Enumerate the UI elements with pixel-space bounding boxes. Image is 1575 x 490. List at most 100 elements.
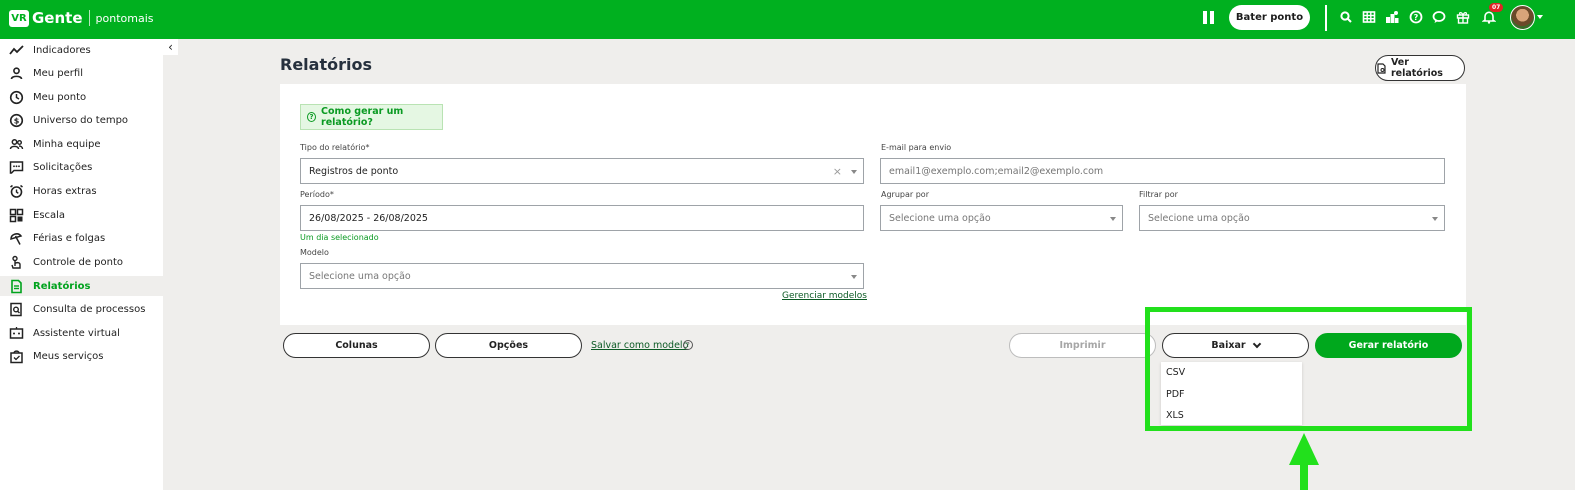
chevron-down-icon [1110,217,1116,221]
grid-icon [9,208,24,223]
search-doc-icon [10,302,22,317]
sidebar: Indicadores Meu perfil Meu ponto $ Unive… [0,39,163,490]
sidebar-item-label: Minha equipe [33,138,101,150]
topbar-divider [1325,5,1327,31]
chevron-down-icon [851,170,857,174]
agrupar-select[interactable]: Selecione uma opção [880,205,1123,231]
notification-badge: 07 [1489,3,1504,12]
sidebar-item-label: Consulta de processos [33,303,146,315]
periodo-input[interactable]: 26/08/2025 - 26/08/2025 [300,205,864,231]
page-title: Relatórios [280,55,372,74]
calendar-grid-icon[interactable] [1362,10,1376,24]
imprimir-button[interactable]: Imprimir [1009,333,1156,358]
team-icon [9,139,24,150]
avatar[interactable] [1510,5,1535,30]
colunas-button[interactable]: Colunas [283,333,430,358]
rank-icon[interactable] [1385,10,1399,24]
sidebar-item-label: Universo do tempo [33,114,129,126]
periodo-label: Período* [300,190,334,199]
sidebar-item-ferias-e-folgas[interactable]: Férias e folgas [0,228,163,248]
help-icon: ? [307,112,317,122]
sidebar-item-meu-perfil[interactable]: Meu perfil [0,63,163,83]
help-icon[interactable]: ? [1409,10,1423,24]
sidebar-item-indicadores[interactable]: Indicadores [0,40,163,60]
brand-logo[interactable]: VR Gente pontomais [9,9,154,27]
tipo-select[interactable]: Registros de ponto × [300,158,864,184]
clock-icon [9,90,24,105]
modelo-placeholder: Selecione uma opção [309,270,411,282]
gift-icon[interactable] [1456,10,1470,24]
opcoes-button[interactable]: Opções [435,333,582,358]
filtrar-select[interactable]: Selecione uma opção [1139,205,1445,231]
trend-icon [9,45,24,55]
sidebar-item-solicitacoes[interactable]: Solicitações [0,157,163,177]
svg-text:$: $ [14,117,20,126]
dollar-icon: $ [9,113,24,128]
chevron-down-icon[interactable] [1537,15,1543,19]
email-label: E-mail para envio [881,143,952,152]
sidebar-item-label: Meu perfil [33,67,83,79]
clear-icon[interactable]: × [833,165,842,178]
sidebar-item-minha-equipe[interactable]: Minha equipe [0,134,163,154]
pause-icon[interactable] [1203,11,1214,24]
brand-mark: VR [9,9,29,27]
agrupar-label: Agrupar por [881,190,929,199]
report-icon [11,279,22,294]
bag-icon [10,350,23,364]
tipo-value: Registros de ponto [309,165,399,177]
collapse-sidebar-icon[interactable]: ‹ [163,39,178,55]
highlight-box [1145,307,1472,431]
sidebar-item-universo-do-tempo[interactable]: $ Universo do tempo [0,110,163,130]
alarm-icon [10,184,23,198]
gerenciar-modelos-link[interactable]: Gerenciar modelos [782,291,867,301]
sidebar-item-escala[interactable]: Escala [0,205,163,225]
agrupar-placeholder: Selecione uma opção [889,212,991,224]
tipo-label: Tipo do relatório* [300,143,370,152]
chevron-down-icon [851,275,857,279]
arrow-up-icon [1289,433,1319,465]
sidebar-item-consulta-de-processos[interactable]: Consulta de processos [0,299,163,319]
salvar-modelo-link[interactable]: Salvar como modelo [591,340,688,351]
top-bar: VR Gente pontomais Bater ponto ? 07 [0,0,1575,39]
sidebar-item-label: Solicitações [33,161,93,173]
brand-divider [88,10,90,26]
brand-name: Gente [32,9,83,27]
brand-product: pontomais [95,11,154,25]
bot-icon [9,327,24,339]
svg-text:?: ? [1414,13,1419,22]
sidebar-item-label: Férias e folgas [33,232,106,244]
chat-icon[interactable] [1432,10,1446,24]
sidebar-item-label: Horas extras [33,185,97,197]
sidebar-item-label: Assistente virtual [33,327,120,339]
help-link[interactable]: ? Como gerar um relatório? [300,104,443,130]
sidebar-item-meu-ponto[interactable]: Meu ponto [0,87,163,107]
modelo-label: Modelo [300,248,329,257]
message-icon [9,161,24,174]
sidebar-item-label: Meu ponto [33,91,87,103]
email-input[interactable] [880,158,1445,184]
help-link-label: Como gerar um relatório? [321,106,404,128]
sidebar-item-meus-servicos[interactable]: Meus serviços [0,346,163,366]
user-icon [10,67,23,80]
sidebar-item-horas-extras[interactable]: Horas extras [0,181,163,201]
report-icon [1377,62,1386,74]
modelo-select[interactable]: Selecione uma opção [300,263,864,289]
sidebar-item-relatorios[interactable]: Relatórios [0,276,163,296]
fingerprint-icon [11,255,21,269]
bell-icon[interactable] [1482,10,1496,24]
search-icon[interactable] [1339,10,1353,24]
arrow-shaft [1300,463,1308,490]
sidebar-item-controle-de-ponto[interactable]: Controle de ponto [0,252,163,272]
ver-relatorios-button[interactable]: Ver relatórios [1375,55,1465,81]
sidebar-item-label: Controle de ponto [33,256,123,268]
sidebar-item-label: Indicadores [33,44,91,56]
periodo-hint: Um dia selecionado [300,233,379,242]
filtrar-label: Filtrar por [1139,190,1178,199]
bater-ponto-button[interactable]: Bater ponto [1229,5,1310,30]
periodo-value: 26/08/2025 - 26/08/2025 [309,212,428,224]
sidebar-item-assistente-virtual[interactable]: Assistente virtual [0,323,163,343]
sidebar-item-label: Relatórios [33,280,91,292]
filtrar-placeholder: Selecione uma opção [1148,212,1250,224]
help-icon[interactable]: ? [683,340,693,350]
sidebar-item-label: Escala [33,209,66,221]
